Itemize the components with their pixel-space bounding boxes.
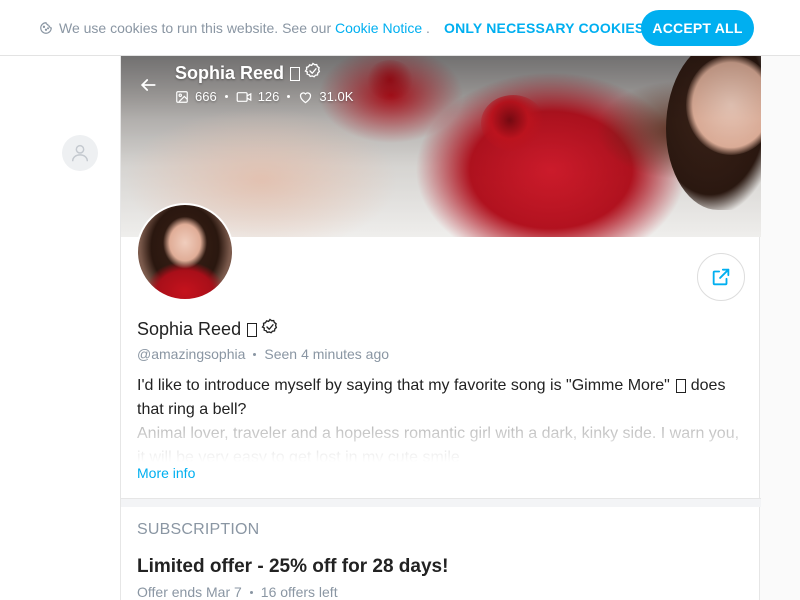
accept-all-button[interactable]: ACCEPT ALL [641, 10, 754, 46]
verified-badge-icon [261, 318, 279, 341]
username[interactable]: @amazingsophia [137, 346, 245, 362]
verified-badge-icon [304, 62, 322, 85]
separator-dot [224, 95, 228, 98]
videos-count: 126 [257, 89, 280, 104]
offer-meta: Offer ends Mar 7 16 offers left [137, 584, 338, 600]
cookie-message: We use cookies to run this website. See … [59, 20, 430, 36]
cover-name-text: Sophia Reed [175, 63, 285, 83]
separator-dot [249, 590, 253, 594]
image-icon [176, 90, 188, 103]
only-necessary-cookies-button[interactable]: ONLY NECESSARY COOKIES [444, 20, 644, 36]
cookie-text: We use cookies to run this website. See … [59, 20, 335, 36]
share-icon [712, 268, 730, 286]
offer-ends: Offer ends Mar 7 [137, 584, 242, 600]
likes-count: 31.0K [319, 89, 354, 104]
back-arrow-icon[interactable] [135, 72, 161, 98]
section-divider [121, 498, 761, 507]
profile-avatar[interactable] [136, 203, 234, 301]
seen-label: Seen [264, 346, 298, 362]
profile-meta: @amazingsophia Seen 4 minutes ago [137, 346, 389, 362]
bio-text: I'd like to introduce myself by saying t… [137, 374, 747, 422]
seen-value: 4 minutes ago [301, 346, 390, 362]
emoji-placeholder-icon [290, 66, 301, 81]
video-icon [236, 91, 252, 102]
share-button[interactable] [697, 253, 745, 301]
subscription-heading: SUBSCRIPTION [137, 521, 260, 538]
profile-name: Sophia Reed [137, 318, 279, 341]
cookie-notice-link[interactable]: Cookie Notice [335, 20, 422, 36]
left-rail [0, 56, 120, 600]
separator-dot [287, 95, 291, 98]
cover-stats: 666 126 31.0K [175, 89, 353, 104]
bio-line-1: I'd like to introduce myself by saying t… [137, 377, 670, 394]
photos-count: 666 [195, 89, 217, 104]
videos-stat: 126 [236, 89, 280, 104]
user-avatar-icon[interactable] [62, 135, 98, 171]
cookie-banner: We use cookies to run this website. See … [0, 0, 800, 56]
likes-stat: 31.0K [298, 89, 353, 104]
cookie-suffix: . [422, 20, 430, 36]
cover-profile-name: Sophia Reed [175, 62, 322, 85]
bio-faded-text: Animal lover, traveler and a hopeless ro… [137, 425, 740, 462]
profile-main: Sophia Reed 666 126 31.0K Sophia Reed @a… [120, 0, 761, 600]
heart-icon [300, 91, 312, 103]
separator-dot [253, 352, 257, 356]
offers-left: 16 offers left [260, 584, 338, 600]
offer-title: Limited offer - 25% off for 28 days! [137, 556, 449, 577]
more-info-link[interactable]: More info [137, 465, 195, 481]
photos-stat: 666 [175, 89, 217, 104]
emoji-placeholder-icon [247, 322, 258, 337]
emoji-placeholder-icon [676, 378, 687, 393]
cookie-icon [40, 22, 52, 34]
profile-name-text: Sophia Reed [137, 319, 242, 339]
